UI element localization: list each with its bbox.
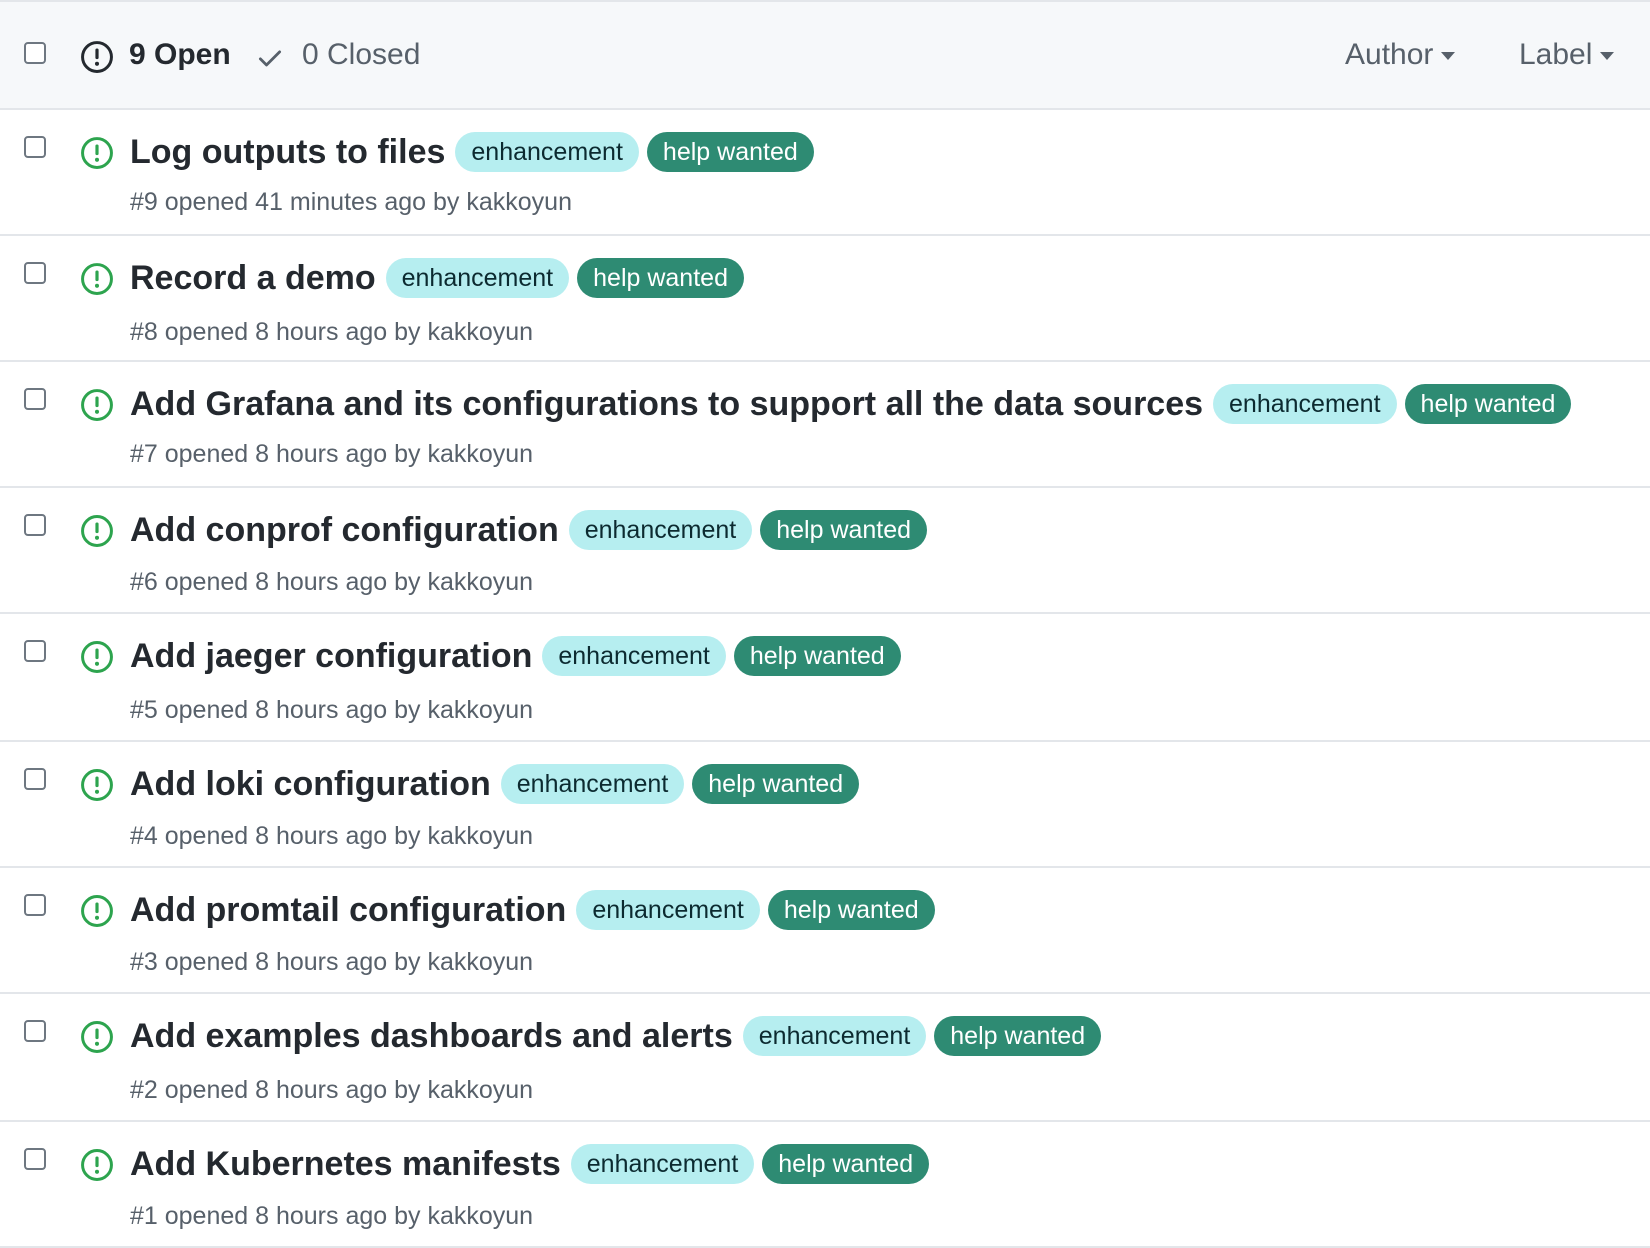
issue-meta: #1 opened 8 hours ago by kakkoyun <box>130 1202 534 1230</box>
issue-checkbox[interactable] <box>24 1020 46 1042</box>
issue-checkbox[interactable] <box>24 1148 46 1170</box>
label-enhancement[interactable]: enhancement <box>568 510 753 550</box>
issue-rows: Log outputs to files enhancement help want… <box>0 110 1650 1248</box>
issue-meta: #7 opened 8 hours ago by kakkoyun <box>130 440 534 468</box>
label-enhancement[interactable]: enhancement <box>576 890 760 930</box>
label-help-wanted[interactable]: help wanted <box>646 132 814 172</box>
caret-down-icon <box>1600 52 1615 60</box>
issue-title-link[interactable]: Add conprof configuration <box>130 511 559 550</box>
issue-opened-icon <box>81 263 113 295</box>
issue-checkbox[interactable] <box>24 388 46 410</box>
issue-title-line: Add Kubernetes manifests enhancement help … <box>130 1144 935 1184</box>
issue-meta: #3 opened 8 hours ago by kakkoyun <box>130 948 534 976</box>
issue-row: Record a demo enhancement help wanted #8 op… <box>0 236 1650 362</box>
issue-title-line: Record a demo enhancement help wanted <box>130 258 750 298</box>
issue-title-line: Add Grafana and its configurations to su… <box>130 384 1577 424</box>
issue-opened-icon <box>81 1021 113 1053</box>
issue-title-link[interactable]: Add Grafana and its configurations to su… <box>130 385 1203 424</box>
issue-meta: #9 opened 41 minutes ago by kakkoyun <box>130 188 572 216</box>
issue-row: Add Kubernetes manifests enhancement help … <box>0 1122 1650 1248</box>
caret-down-icon <box>1441 52 1456 60</box>
issue-checkbox[interactable] <box>24 136 46 158</box>
issue-meta: #6 opened 8 hours ago by kakkoyun <box>130 568 534 596</box>
select-all-checkbox[interactable] <box>24 42 46 64</box>
issue-title-line: Log outputs to files enhancement help want… <box>130 132 820 172</box>
issue-checkbox[interactable] <box>24 768 46 790</box>
issue-row: Add conprof configuration enhancement help… <box>0 488 1650 614</box>
issue-title-line: Add loki configuration enhancement help wa… <box>130 764 865 804</box>
label-help-wanted[interactable]: help wanted <box>1404 384 1572 424</box>
issue-title-link[interactable]: Add examples dashboards and alerts <box>130 1017 733 1056</box>
issue-checkbox[interactable] <box>24 640 46 662</box>
issue-title-link[interactable]: Record a demo <box>130 259 376 298</box>
issue-list: 9 Open 0 Closed Author Label Log outputs… <box>0 0 1650 1248</box>
label-filter-label: Label <box>1519 38 1593 71</box>
issue-opened-icon <box>81 641 113 673</box>
issue-title-link[interactable]: Add loki configuration <box>130 765 491 804</box>
issue-title-line: Add promtail configuration enhancement hel… <box>130 890 941 930</box>
issue-opened-icon <box>81 895 113 927</box>
issue-row: Add loki configuration enhancement help wa… <box>0 742 1650 868</box>
issue-opened-icon <box>81 515 113 547</box>
label-help-wanted[interactable]: help wanted <box>692 764 860 804</box>
issue-title-line: Add conprof configuration enhancement help… <box>130 510 933 550</box>
label-enhancement[interactable]: enhancement <box>1213 384 1397 424</box>
label-enhancement[interactable]: enhancement <box>570 1144 755 1184</box>
label-help-wanted[interactable]: help wanted <box>577 258 744 298</box>
issue-row: Add Grafana and its configurations to su… <box>0 362 1650 488</box>
issue-checkbox[interactable] <box>24 894 46 916</box>
label-help-wanted[interactable]: help wanted <box>762 1144 930 1184</box>
issue-title-line: Add jaeger configuration enhancement help … <box>130 636 907 676</box>
issue-row: Add jaeger configuration enhancement help … <box>0 614 1650 742</box>
author-filter-dropdown[interactable]: Author <box>1345 38 1456 72</box>
issue-checkbox[interactable] <box>24 514 46 536</box>
issue-title-link[interactable]: Add promtail configuration <box>130 891 566 930</box>
label-help-wanted[interactable]: help wanted <box>767 890 935 930</box>
label-enhancement[interactable]: enhancement <box>385 258 570 298</box>
open-issues-toggle[interactable]: 9 Open <box>129 38 231 72</box>
author-filter-label: Author <box>1345 38 1434 71</box>
label-filter-dropdown[interactable]: Label <box>1519 38 1615 72</box>
label-help-wanted[interactable]: help wanted <box>760 510 928 550</box>
issue-title-link[interactable]: Add jaeger configuration <box>130 637 532 676</box>
issue-meta: #4 opened 8 hours ago by kakkoyun <box>130 822 534 850</box>
label-enhancement[interactable]: enhancement <box>455 132 639 172</box>
issue-list-header: 9 Open 0 Closed Author Label <box>0 2 1650 110</box>
label-enhancement[interactable]: enhancement <box>500 764 685 804</box>
issue-meta: #5 opened 8 hours ago by kakkoyun <box>130 696 534 724</box>
issue-title-line: Add examples dashboards and alerts enhanc… <box>130 1016 1107 1056</box>
label-enhancement[interactable]: enhancement <box>542 636 726 676</box>
issue-title-link[interactable]: Log outputs to files <box>130 133 445 172</box>
issue-row: Log outputs to files enhancement help want… <box>0 110 1650 236</box>
issue-meta: #8 opened 8 hours ago by kakkoyun <box>130 318 534 346</box>
issue-opened-icon <box>81 769 113 801</box>
issue-meta: #2 opened 8 hours ago by kakkoyun <box>130 1076 534 1104</box>
issue-opened-icon <box>81 41 113 73</box>
label-enhancement[interactable]: enhancement <box>742 1016 927 1056</box>
closed-issues-toggle[interactable]: 0 Closed <box>302 38 420 72</box>
label-help-wanted[interactable]: help wanted <box>733 636 901 676</box>
issue-title-link[interactable]: Add Kubernetes manifests <box>130 1145 561 1184</box>
issue-checkbox[interactable] <box>24 262 46 284</box>
issue-row: Add promtail configuration enhancement hel… <box>0 868 1650 994</box>
issue-opened-icon <box>81 1149 113 1181</box>
issue-opened-icon <box>81 137 113 169</box>
label-help-wanted[interactable]: help wanted <box>934 1016 1102 1056</box>
issue-opened-icon <box>81 389 113 421</box>
check-icon <box>258 50 282 67</box>
issue-row: Add examples dashboards and alerts enhanc… <box>0 994 1650 1122</box>
